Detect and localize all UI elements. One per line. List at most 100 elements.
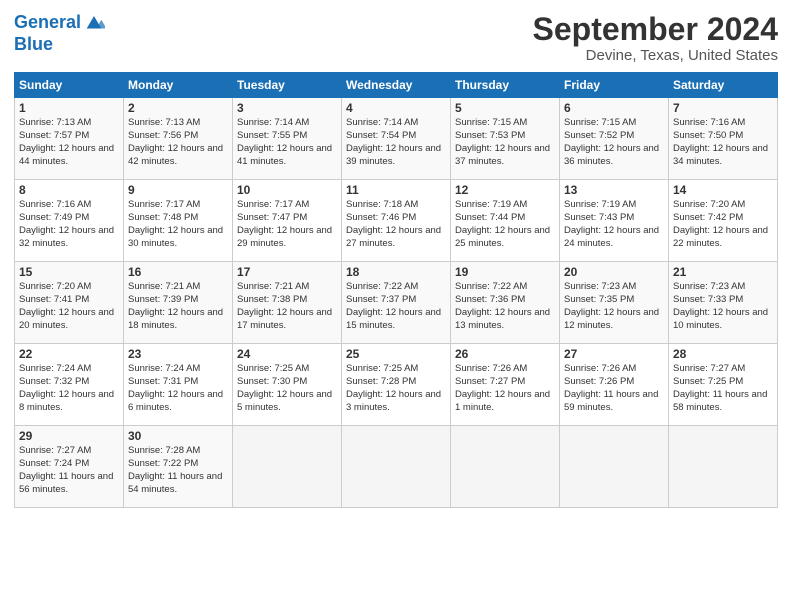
logo-blue: Blue	[14, 34, 105, 55]
week-row-1: 1 Sunrise: 7:13 AMSunset: 7:57 PMDaylight…	[15, 98, 778, 180]
day-number: 13	[564, 183, 664, 197]
day-number: 18	[346, 265, 446, 279]
week-row-2: 8Sunrise: 7:16 AMSunset: 7:49 PMDaylight…	[15, 180, 778, 262]
calendar-cell: 7 Sunrise: 7:16 AMSunset: 7:50 PMDaylight…	[669, 98, 778, 180]
calendar-cell: 18Sunrise: 7:22 AMSunset: 7:37 PMDayligh…	[342, 262, 451, 344]
cell-info: Sunrise: 7:25 AMSunset: 7:28 PMDaylight:…	[346, 363, 441, 412]
day-number: 7	[673, 101, 773, 115]
calendar-cell: 3Sunrise: 7:14 AMSunset: 7:55 PMDaylight…	[233, 98, 342, 180]
day-number: 29	[19, 429, 119, 443]
calendar-cell: 29 Sunrise: 7:27 AMSunset: 7:24 PMDayligh…	[15, 426, 124, 508]
calendar-cell: 22 Sunrise: 7:24 AMSunset: 7:32 PMDayligh…	[15, 344, 124, 426]
calendar-cell: 2 Sunrise: 7:13 AMSunset: 7:56 PMDaylight…	[124, 98, 233, 180]
calendar-cell: 26 Sunrise: 7:26 AMSunset: 7:27 PMDayligh…	[451, 344, 560, 426]
day-header-friday: Friday	[560, 73, 669, 98]
cell-info: Sunrise: 7:21 AMSunset: 7:39 PMDaylight:…	[128, 281, 223, 330]
day-number: 27	[564, 347, 664, 361]
day-header-wednesday: Wednesday	[342, 73, 451, 98]
logo-text: General	[14, 13, 81, 33]
day-number: 10	[237, 183, 337, 197]
day-number: 8	[19, 183, 119, 197]
calendar-container: General Blue September 2024 Devine, Texa…	[0, 0, 792, 612]
calendar-cell: 14 Sunrise: 7:20 AMSunset: 7:42 PMDayligh…	[669, 180, 778, 262]
day-header-sunday: Sunday	[15, 73, 124, 98]
cell-info: Sunrise: 7:26 AMSunset: 7:27 PMDaylight:…	[455, 363, 550, 412]
day-number: 21	[673, 265, 773, 279]
calendar-cell	[233, 426, 342, 508]
calendar-cell	[669, 426, 778, 508]
cell-info: Sunrise: 7:18 AMSunset: 7:46 PMDaylight:…	[346, 199, 441, 248]
day-number: 9	[128, 183, 228, 197]
calendar-cell: 28Sunrise: 7:27 AMSunset: 7:25 PMDayligh…	[669, 344, 778, 426]
logo: General Blue	[14, 12, 105, 55]
cell-info: Sunrise: 7:15 AMSunset: 7:52 PMDaylight:…	[564, 117, 659, 166]
cell-info: Sunrise: 7:23 AMSunset: 7:35 PMDaylight:…	[564, 281, 659, 330]
day-number: 5	[455, 101, 555, 115]
calendar-cell: 30 Sunrise: 7:28 AMSunset: 7:22 PMDayligh…	[124, 426, 233, 508]
day-number: 17	[237, 265, 337, 279]
header: General Blue September 2024 Devine, Texa…	[14, 12, 778, 64]
week-row-3: 15 Sunrise: 7:20 AMSunset: 7:41 PMDayligh…	[15, 262, 778, 344]
calendar-cell: 10Sunrise: 7:17 AMSunset: 7:47 PMDayligh…	[233, 180, 342, 262]
day-number: 20	[564, 265, 664, 279]
calendar-cell: 13 Sunrise: 7:19 AMSunset: 7:43 PMDayligh…	[560, 180, 669, 262]
days-header-row: SundayMondayTuesdayWednesdayThursdayFrid…	[15, 73, 778, 98]
title-block: September 2024 Devine, Texas, United Sta…	[533, 12, 778, 64]
cell-info: Sunrise: 7:14 AMSunset: 7:55 PMDaylight:…	[237, 117, 332, 166]
calendar-cell: 4Sunrise: 7:14 AMSunset: 7:54 PMDaylight…	[342, 98, 451, 180]
calendar-cell	[560, 426, 669, 508]
cell-info: Sunrise: 7:21 AMSunset: 7:38 PMDaylight:…	[237, 281, 332, 330]
cell-info: Sunrise: 7:13 AMSunset: 7:56 PMDaylight:…	[128, 117, 223, 166]
calendar-cell: 1 Sunrise: 7:13 AMSunset: 7:57 PMDaylight…	[15, 98, 124, 180]
day-number: 6	[564, 101, 664, 115]
location: Devine, Texas, United States	[533, 47, 778, 64]
day-number: 30	[128, 429, 228, 443]
day-header-thursday: Thursday	[451, 73, 560, 98]
day-number: 26	[455, 347, 555, 361]
cell-info: Sunrise: 7:13 AMSunset: 7:57 PMDaylight:…	[19, 117, 114, 166]
day-number: 15	[19, 265, 119, 279]
cell-info: Sunrise: 7:19 AMSunset: 7:44 PMDaylight:…	[455, 199, 550, 248]
calendar-cell: 23Sunrise: 7:24 AMSunset: 7:31 PMDayligh…	[124, 344, 233, 426]
day-number: 25	[346, 347, 446, 361]
day-number: 22	[19, 347, 119, 361]
cell-info: Sunrise: 7:19 AMSunset: 7:43 PMDaylight:…	[564, 199, 659, 248]
calendar-cell: 25 Sunrise: 7:25 AMSunset: 7:28 PMDayligh…	[342, 344, 451, 426]
calendar-cell: 8Sunrise: 7:16 AMSunset: 7:49 PMDaylight…	[15, 180, 124, 262]
day-number: 16	[128, 265, 228, 279]
calendar-cell: 20 Sunrise: 7:23 AMSunset: 7:35 PMDayligh…	[560, 262, 669, 344]
calendar-cell: 6 Sunrise: 7:15 AMSunset: 7:52 PMDaylight…	[560, 98, 669, 180]
cell-info: Sunrise: 7:16 AMSunset: 7:50 PMDaylight:…	[673, 117, 768, 166]
calendar-cell: 9 Sunrise: 7:17 AMSunset: 7:48 PMDaylight…	[124, 180, 233, 262]
cell-info: Sunrise: 7:20 AMSunset: 7:41 PMDaylight:…	[19, 281, 114, 330]
calendar-cell: 15 Sunrise: 7:20 AMSunset: 7:41 PMDayligh…	[15, 262, 124, 344]
calendar-cell: 27 Sunrise: 7:26 AMSunset: 7:26 PMDayligh…	[560, 344, 669, 426]
calendar-cell: 5Sunrise: 7:15 AMSunset: 7:53 PMDaylight…	[451, 98, 560, 180]
cell-info: Sunrise: 7:17 AMSunset: 7:48 PMDaylight:…	[128, 199, 223, 248]
day-number: 1	[19, 101, 119, 115]
cell-info: Sunrise: 7:27 AMSunset: 7:25 PMDaylight:…	[673, 363, 767, 412]
day-header-tuesday: Tuesday	[233, 73, 342, 98]
cell-info: Sunrise: 7:24 AMSunset: 7:32 PMDaylight:…	[19, 363, 114, 412]
calendar-cell	[342, 426, 451, 508]
cell-info: Sunrise: 7:26 AMSunset: 7:26 PMDaylight:…	[564, 363, 658, 412]
calendar-cell: 24Sunrise: 7:25 AMSunset: 7:30 PMDayligh…	[233, 344, 342, 426]
logo-icon	[83, 12, 105, 34]
day-number: 14	[673, 183, 773, 197]
cell-info: Sunrise: 7:24 AMSunset: 7:31 PMDaylight:…	[128, 363, 223, 412]
day-header-saturday: Saturday	[669, 73, 778, 98]
calendar-cell: 16 Sunrise: 7:21 AMSunset: 7:39 PMDayligh…	[124, 262, 233, 344]
cell-info: Sunrise: 7:28 AMSunset: 7:22 PMDaylight:…	[128, 445, 222, 494]
day-header-monday: Monday	[124, 73, 233, 98]
day-number: 24	[237, 347, 337, 361]
calendar-cell: 17 Sunrise: 7:21 AMSunset: 7:38 PMDayligh…	[233, 262, 342, 344]
day-number: 12	[455, 183, 555, 197]
week-row-5: 29 Sunrise: 7:27 AMSunset: 7:24 PMDayligh…	[15, 426, 778, 508]
cell-info: Sunrise: 7:27 AMSunset: 7:24 PMDaylight:…	[19, 445, 113, 494]
calendar-table: SundayMondayTuesdayWednesdayThursdayFrid…	[14, 72, 778, 508]
day-number: 2	[128, 101, 228, 115]
calendar-cell: 12 Sunrise: 7:19 AMSunset: 7:44 PMDayligh…	[451, 180, 560, 262]
cell-info: Sunrise: 7:20 AMSunset: 7:42 PMDaylight:…	[673, 199, 768, 248]
cell-info: Sunrise: 7:14 AMSunset: 7:54 PMDaylight:…	[346, 117, 441, 166]
calendar-cell: 11Sunrise: 7:18 AMSunset: 7:46 PMDayligh…	[342, 180, 451, 262]
